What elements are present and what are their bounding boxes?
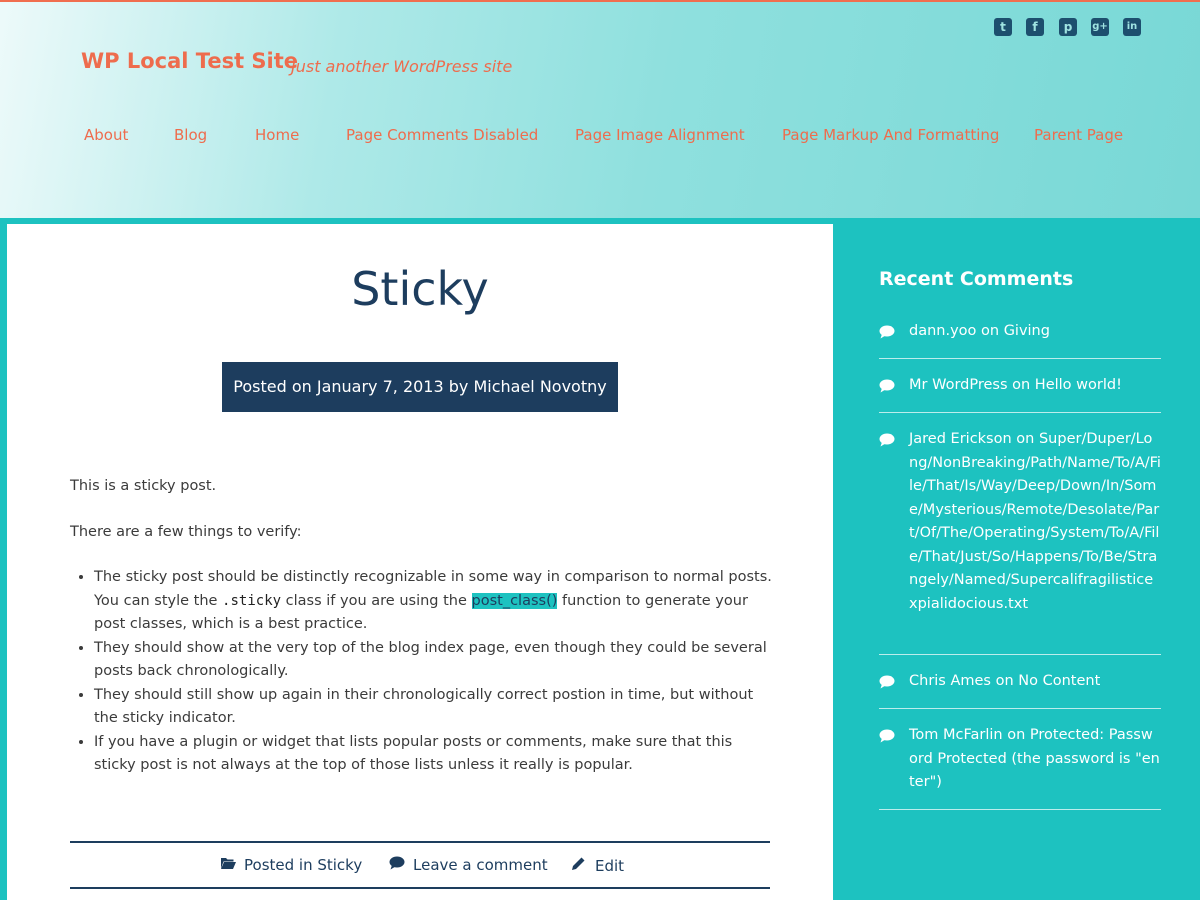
- site-header: WP Local Test Site Just another WordPres…: [0, 0, 1200, 218]
- comment-icon: [879, 379, 895, 393]
- nav-item-page-comments-disabled[interactable]: Page Comments Disabled: [346, 126, 538, 144]
- divider: [879, 358, 1161, 359]
- post-author-link[interactable]: Michael Novotny: [473, 377, 606, 396]
- verify-list: The sticky post should be distinctly rec…: [70, 566, 775, 778]
- recent-comment-item: Mr WordPress on Hello world!: [879, 374, 1161, 398]
- leave-comment[interactable]: Leave a comment: [389, 856, 548, 874]
- post-body: This is a sticky post. There are a few t…: [70, 475, 775, 778]
- comment-icon: [879, 325, 895, 339]
- recent-comment-item: Tom McFarlin on Protected: Password Prot…: [879, 724, 1161, 795]
- comment-on-text: on: [1002, 727, 1030, 743]
- site-tagline: Just another WordPress site: [291, 57, 513, 76]
- list-item: They should still show up again in their…: [94, 684, 775, 731]
- pinterest-icon[interactable]: p: [1059, 18, 1077, 36]
- folder-open-icon: [220, 856, 238, 874]
- bullet-text: class if you are using the: [281, 592, 472, 609]
- divider: [879, 809, 1161, 810]
- comment-icon: [879, 433, 895, 447]
- list-item: They should show at the very top of the …: [94, 637, 775, 684]
- edit-link[interactable]: Edit: [595, 857, 624, 875]
- edit-post[interactable]: Edit: [571, 856, 624, 875]
- pencil-icon: [571, 856, 589, 875]
- comment-post-link[interactable]: Super/Duper/Long/NonBreaking/Path/Name/T…: [909, 431, 1161, 612]
- nav-item-home[interactable]: Home: [255, 126, 299, 144]
- post-class-highlight: post_class(): [471, 592, 558, 609]
- nav-item-parent-page[interactable]: Parent Page: [1034, 126, 1123, 144]
- comment-on-text: on: [976, 323, 1004, 339]
- comment-post-link[interactable]: Hello world!: [1035, 377, 1122, 393]
- posted-in-label: Posted in: [244, 856, 318, 874]
- post-footer: Posted in Sticky Leave a comment Edit: [70, 841, 770, 889]
- comment-author[interactable]: Mr WordPress: [909, 377, 1008, 393]
- post-date-link[interactable]: January 7, 2013: [317, 377, 444, 396]
- post-meta-prefix: Posted on: [233, 377, 317, 396]
- comment-on-text: on: [1007, 377, 1035, 393]
- divider: [879, 654, 1161, 655]
- list-item: The sticky post should be distinctly rec…: [94, 566, 775, 637]
- post-meta-by: by: [443, 377, 474, 396]
- recent-comment-item: dann.yoo on Giving: [879, 320, 1161, 344]
- comment-icon: [389, 856, 407, 874]
- nav-item-page-markup-and-formatting[interactable]: Page Markup And Formatting: [782, 126, 999, 144]
- twitter-icon[interactable]: t: [994, 18, 1012, 36]
- nav-item-page-image-alignment[interactable]: Page Image Alignment: [575, 126, 745, 144]
- comment-icon: [879, 675, 895, 689]
- sticky-class-code: .sticky: [222, 592, 282, 609]
- comment-author[interactable]: Chris Ames: [909, 673, 991, 689]
- comment-author[interactable]: dann.yoo: [909, 323, 976, 339]
- leave-comment-link[interactable]: Leave a comment: [413, 856, 548, 874]
- facebook-icon[interactable]: f: [1026, 18, 1044, 36]
- list-item: If you have a plugin or widget that list…: [94, 731, 775, 778]
- divider: [879, 412, 1161, 413]
- comment-icon: [879, 729, 895, 743]
- comment-on-text: on: [1011, 431, 1039, 447]
- site-title[interactable]: WP Local Test Site: [81, 49, 298, 73]
- category-link[interactable]: Sticky: [317, 856, 362, 874]
- paragraph: There are a few things to verify:: [70, 523, 302, 540]
- nav-item-blog[interactable]: Blog: [174, 126, 207, 144]
- recent-comment-item: Chris Ames on No Content: [879, 670, 1161, 694]
- linkedin-icon[interactable]: in: [1123, 18, 1141, 36]
- divider: [879, 708, 1161, 709]
- posted-in: Posted in Sticky: [220, 856, 362, 874]
- recent-comments-title: Recent Comments: [879, 268, 1074, 290]
- post-title: Sticky: [351, 262, 489, 316]
- comment-post-link[interactable]: No Content: [1018, 673, 1100, 689]
- google-plus-icon[interactable]: g+: [1091, 18, 1109, 36]
- comment-author[interactable]: Tom McFarlin: [909, 727, 1003, 743]
- comment-post-link[interactable]: Giving: [1004, 323, 1050, 339]
- comment-on-text: on: [991, 673, 1019, 689]
- paragraph: This is a sticky post.: [70, 478, 217, 494]
- post-meta: Posted on January 7, 2013 by Michael Nov…: [222, 362, 618, 412]
- nav-item-about[interactable]: About: [84, 126, 128, 144]
- comment-author[interactable]: Jared Erickson: [909, 431, 1012, 447]
- recent-comment-item: Jared Erickson on Super/Duper/Long/NonBr…: [879, 428, 1161, 616]
